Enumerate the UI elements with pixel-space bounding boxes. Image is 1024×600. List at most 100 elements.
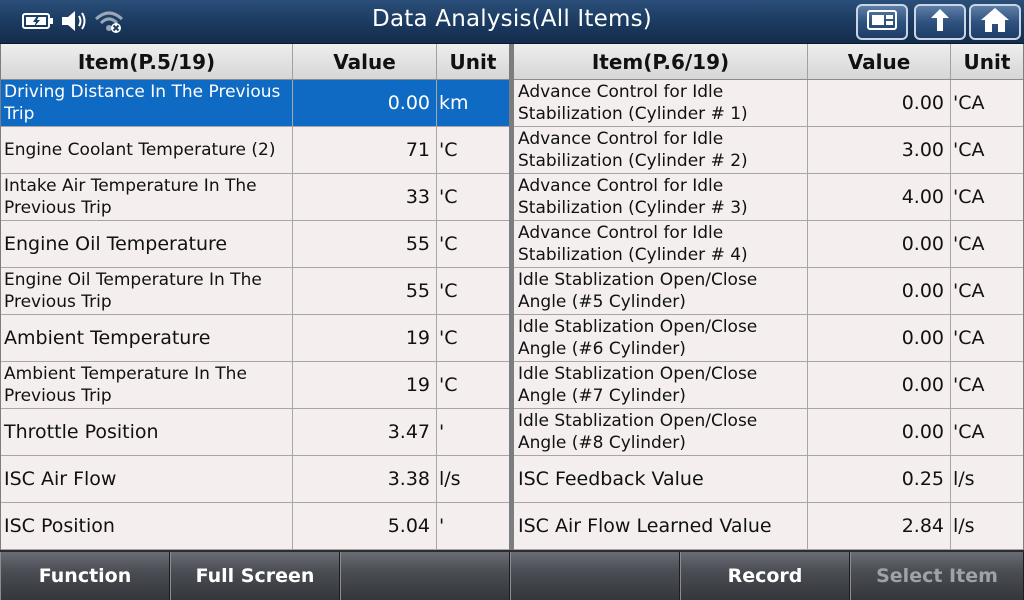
unit-cell: 'C: [439, 139, 458, 161]
unit-cell: 'CA: [953, 327, 985, 349]
item-cell: Advance Control for Idle Stabilization (…: [514, 174, 808, 220]
back-icon: [925, 7, 955, 37]
home-button[interactable]: [969, 4, 1021, 40]
table-row[interactable]: Idle Stablization Open/Close Angle (#8 C…: [514, 409, 1023, 456]
value-cell: 2.84: [808, 503, 951, 549]
unit-cell: 'CA: [953, 233, 985, 255]
table-row[interactable]: Driving Distance In The Previous Trip 0.0…: [1, 80, 509, 127]
unit-cell: 'C: [439, 280, 458, 302]
blank-2-button[interactable]: [340, 552, 510, 600]
item-cell: ISC Air Flow Learned Value: [514, 503, 808, 549]
table-row[interactable]: Advance Control for Idle Stabilization (…: [514, 80, 1023, 127]
unit-cell: 'CA: [953, 92, 985, 114]
left-table-header: Item(P.5/19) Value Unit: [1, 44, 509, 80]
value-cell: 71: [293, 127, 437, 173]
print-icon: [866, 8, 898, 36]
value-cell: 3.38: [293, 456, 437, 502]
value-cell: 33: [293, 174, 437, 220]
unit-cell: 'CA: [953, 374, 985, 396]
unit-cell: ': [439, 421, 445, 443]
item-cell: Intake Air Temperature In The Previous T…: [1, 174, 293, 220]
table-row[interactable]: ISC Position 5.04 ': [1, 503, 509, 550]
table-row[interactable]: ISC Feedback Value 0.25 l/s: [514, 456, 1023, 503]
table-row[interactable]: ISC Air Flow 3.38 l/s: [1, 456, 509, 503]
item-cell: Idle Stablization Open/Close Angle (#6 C…: [514, 315, 808, 361]
function-bar: Function Full Screen Record Select Item: [0, 550, 1024, 600]
table-row[interactable]: Engine Coolant Temperature (2) 71 'C: [1, 127, 509, 174]
unit-cell: km: [439, 92, 469, 114]
table-row[interactable]: Idle Stablization Open/Close Angle (#6 C…: [514, 315, 1023, 362]
table-row[interactable]: Ambient Temperature 19 'C: [1, 315, 509, 362]
item-column-header: Item(P.5/19): [1, 44, 293, 79]
table-row[interactable]: Advance Control for Idle Stabilization (…: [514, 127, 1023, 174]
item-column-header: Item(P.6/19): [514, 44, 808, 79]
item-cell: Idle Stablization Open/Close Angle (#8 C…: [514, 409, 808, 455]
speaker-icon: [60, 9, 88, 33]
data-tables: Item(P.5/19) Value Unit Driving Distance…: [0, 44, 1024, 550]
battery-icon: [22, 12, 54, 30]
item-cell: Idle Stablization Open/Close Angle (#7 C…: [514, 362, 808, 408]
table-row[interactable]: Idle Stablization Open/Close Angle (#7 C…: [514, 362, 1023, 409]
value-cell: 5.04: [293, 503, 437, 549]
item-cell: Driving Distance In The Previous Trip: [1, 80, 293, 126]
unit-cell: 'C: [439, 233, 458, 255]
value-cell: 19: [293, 315, 437, 361]
print-button[interactable]: [856, 4, 908, 40]
item-cell: Throttle Position: [1, 409, 293, 455]
table-row[interactable]: Engine Oil Temperature In The Previous T…: [1, 268, 509, 315]
table-row[interactable]: Intake Air Temperature In The Previous T…: [1, 174, 509, 221]
table-row[interactable]: Advance Control for Idle Stabilization (…: [514, 174, 1023, 221]
unit-cell: ': [439, 515, 445, 537]
table-row[interactable]: Advance Control for Idle Stabilization (…: [514, 221, 1023, 268]
right-table: Item(P.6/19) Value Unit Advance Control …: [514, 44, 1023, 550]
unit-cell: 'CA: [953, 186, 985, 208]
unit-cell: 'C: [439, 327, 458, 349]
value-cell: 4.00: [808, 174, 951, 220]
unit-cell: 'CA: [953, 280, 985, 302]
value-column-header: Value: [808, 44, 951, 79]
right-table-header: Item(P.6/19) Value Unit: [514, 44, 1023, 80]
value-cell: 55: [293, 268, 437, 314]
item-cell: ISC Feedback Value: [514, 456, 808, 502]
table-row[interactable]: Idle Stablization Open/Close Angle (#5 C…: [514, 268, 1023, 315]
title-bar: Data Analysis(All Items): [0, 0, 1024, 44]
unit-column-header: Unit: [963, 49, 1011, 74]
status-icons: [22, 8, 124, 34]
value-cell: 0.00: [808, 80, 951, 126]
full-screen-button[interactable]: Full Screen: [170, 552, 340, 600]
value-cell: 55: [293, 221, 437, 267]
item-cell: Engine Coolant Temperature (2): [1, 127, 293, 173]
unit-cell: 'CA: [953, 139, 985, 161]
unit-column-header: Unit: [449, 49, 497, 74]
table-row[interactable]: Ambient Temperature In The Previous Trip…: [1, 362, 509, 409]
wifi-icon: [94, 9, 124, 33]
unit-cell: l/s: [953, 515, 975, 537]
value-cell: 0.00: [808, 409, 951, 455]
back-button[interactable]: [914, 4, 966, 40]
page-title: Data Analysis(All Items): [372, 6, 652, 32]
select-item-button[interactable]: Select Item: [850, 552, 1024, 600]
value-cell: 0.25: [808, 456, 951, 502]
item-cell: Engine Oil Temperature: [1, 221, 293, 267]
item-cell: Engine Oil Temperature In The Previous T…: [1, 268, 293, 314]
table-row[interactable]: Engine Oil Temperature 55 'C: [1, 221, 509, 268]
unit-cell: l/s: [439, 468, 461, 490]
value-cell: 0.00: [808, 268, 951, 314]
item-cell: ISC Position: [1, 503, 293, 549]
item-cell: Advance Control for Idle Stabilization (…: [514, 127, 808, 173]
value-cell: 3.47: [293, 409, 437, 455]
item-cell: Ambient Temperature In The Previous Trip: [1, 362, 293, 408]
unit-cell: l/s: [953, 468, 975, 490]
table-row[interactable]: ISC Air Flow Learned Value 2.84 l/s: [514, 503, 1023, 550]
record-button[interactable]: Record: [680, 552, 850, 600]
function-button[interactable]: Function: [0, 552, 170, 600]
value-cell: 3.00: [808, 127, 951, 173]
value-cell: 0.00: [808, 315, 951, 361]
item-cell: Advance Control for Idle Stabilization (…: [514, 80, 808, 126]
unit-cell: 'C: [439, 374, 458, 396]
value-cell: 0.00: [293, 80, 437, 126]
unit-cell: 'C: [439, 186, 458, 208]
table-row[interactable]: Throttle Position 3.47 ': [1, 409, 509, 456]
home-icon: [979, 6, 1011, 38]
blank-3-button[interactable]: [510, 552, 680, 600]
